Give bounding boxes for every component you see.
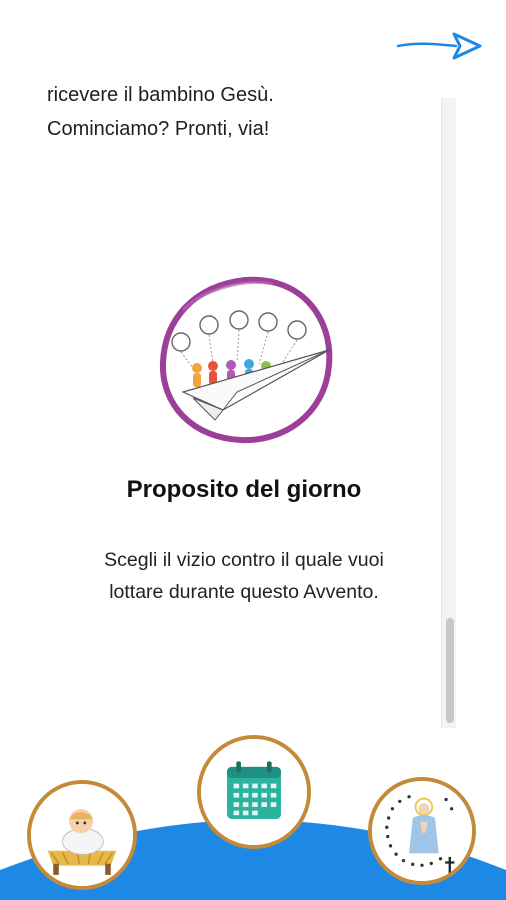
rosary-icon — [372, 781, 472, 881]
intro-line-cut: ricevere il bambino Gesù. — [47, 84, 274, 106]
nav-nativity-button[interactable] — [27, 780, 137, 890]
calendar-icon — [201, 739, 307, 845]
section-title: Proposito del giorno — [126, 476, 362, 503]
content-area[interactable]: ricevere il bambino Gesù. Cominciamo? Pr… — [0, 84, 440, 734]
paper-plane-icon — [396, 32, 482, 60]
section-body-line1: Scegli il vizio contro il quale vuoi — [104, 549, 384, 571]
scrollbar-thumb[interactable] — [446, 618, 454, 723]
send-button[interactable] — [396, 28, 486, 68]
daily-purpose-illustration — [153, 270, 338, 450]
nav-calendar-button[interactable] — [197, 735, 311, 849]
section-body-line2: lottare durante questo Avvento. — [109, 581, 379, 603]
intro-line: Cominciamo? Pronti, via! — [47, 118, 270, 140]
intro-text: ricevere il bambino Gesù. Cominciamo? Pr… — [47, 84, 427, 146]
nav-rosary-button[interactable] — [368, 777, 476, 885]
section-body: Scegli il vizio contro il quale vuoi lot… — [0, 544, 440, 608]
nativity-icon — [31, 784, 133, 886]
